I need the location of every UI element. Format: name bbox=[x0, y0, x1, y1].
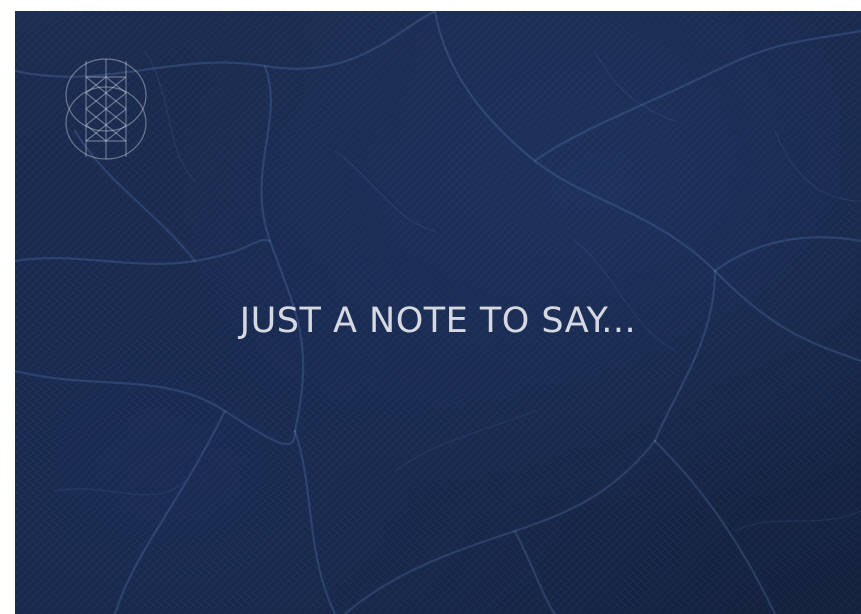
geometric-crest-icon bbox=[65, 58, 147, 160]
card-headline: JUST A NOTE TO SAY... bbox=[239, 301, 637, 341]
note-card: JUST A NOTE TO SAY... bbox=[15, 11, 861, 614]
